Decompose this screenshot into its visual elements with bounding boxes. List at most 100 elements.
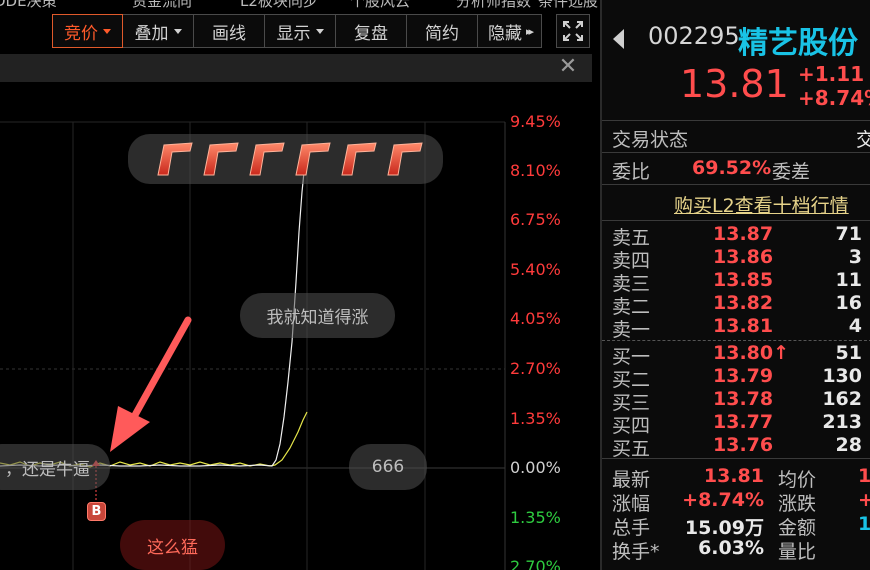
- stat-value: 1.: [858, 513, 870, 535]
- weibi-value: 69.52%: [692, 157, 772, 179]
- price-scale-label: 0.00%: [510, 458, 561, 477]
- order-volume: 162: [822, 388, 862, 410]
- top-menu: DDE决策资金流向L2板块同步个股风云分析师指数条件选股高级选股选股器: [0, 0, 600, 8]
- toolbar-button-label: 简约: [425, 23, 459, 44]
- order-volume: 130: [822, 365, 862, 387]
- status-label: 交易状态: [612, 129, 689, 151]
- danmaku-comment[interactable]: 我就知道得涨: [240, 293, 395, 338]
- order-volume: 71: [835, 223, 862, 245]
- weicha-label: 委差: [772, 161, 811, 183]
- chevron-down-icon: [103, 28, 111, 34]
- toolbar-button-7[interactable]: 隐藏 ▸▸: [478, 14, 542, 48]
- stat-label: 涨跌: [778, 493, 817, 515]
- toolbar-button-1[interactable]: 竞价: [52, 14, 123, 48]
- limit-up-icon: [340, 142, 377, 176]
- order-volume: 28: [835, 434, 862, 456]
- ask-row[interactable]: 卖五 13.87 71: [612, 223, 870, 249]
- price-change-pct: +8.74%: [798, 86, 870, 110]
- toolbar-button-label: 竞价: [64, 23, 98, 44]
- fullscreen-button[interactable]: [556, 14, 590, 48]
- top-menu-item[interactable]: 资金流向: [132, 0, 192, 8]
- top-menu-item[interactable]: DDE决策: [0, 0, 57, 8]
- bid-row[interactable]: 买五 13.76 28: [612, 434, 870, 460]
- bid-row[interactable]: 买一 13.80↑ 51: [612, 342, 870, 368]
- ask-row[interactable]: 卖四 13.86 3: [612, 246, 870, 272]
- top-menu-item[interactable]: L2板块同步: [240, 0, 318, 8]
- price-scale-label: 9.45%: [510, 112, 561, 131]
- order-price: 13.86: [713, 246, 774, 268]
- close-icon[interactable]: ✕: [558, 56, 578, 78]
- order-price: 13.77: [713, 411, 774, 433]
- price-scale-label: 8.10%: [510, 161, 561, 180]
- stat-label: 金额: [778, 517, 817, 539]
- order-volume: 4: [848, 315, 862, 337]
- order-volume: 51: [835, 342, 862, 364]
- toolbar-button-label: 画线: [212, 23, 246, 44]
- price-change: +1.11: [798, 62, 865, 86]
- danmaku-comment[interactable]: 666: [349, 444, 427, 490]
- order-price: 13.82: [713, 292, 774, 314]
- limit-up-icon: [294, 142, 331, 176]
- quote-panel: 002295 精艺股份 13.81 +1.11 +8.74% 交易状态 交 委比…: [600, 0, 870, 570]
- annotation-arrow-icon: [110, 316, 192, 452]
- chart-toolbar: 竞价 叠加 画线 显示 复盘 简约 隐藏 ▸▸: [52, 14, 542, 48]
- toolbar-button-3[interactable]: 画线: [194, 14, 265, 48]
- stat-label: 量比: [778, 541, 817, 563]
- order-price: 13.76: [713, 434, 774, 456]
- stat-value: 13.81: [703, 465, 764, 487]
- order-volume: 3: [848, 246, 862, 268]
- order-price: 13.78: [713, 388, 774, 410]
- price-scale-label: 4.05%: [510, 309, 561, 328]
- danmaku-comment[interactable]: 这么猛: [120, 520, 225, 570]
- toolbar-button-5[interactable]: 复盘: [336, 14, 407, 48]
- bid-row[interactable]: 买四 13.77 213: [612, 411, 870, 437]
- order-level-name: 卖一: [612, 319, 651, 341]
- limit-up-icon: [248, 142, 285, 176]
- limit-up-icon: [156, 142, 423, 176]
- top-menu-item[interactable]: 条件选股: [538, 0, 598, 8]
- expand-icon: [563, 21, 583, 41]
- triangle-left-icon[interactable]: [612, 28, 626, 50]
- ask-row[interactable]: 卖一 13.81 4: [612, 315, 870, 341]
- buy-marker[interactable]: B: [87, 502, 106, 521]
- stat-label: 均价: [778, 469, 817, 491]
- stock-code: 002295: [648, 22, 740, 50]
- toolbar-button-6[interactable]: 简约: [407, 14, 478, 48]
- price-scale-label: 2.70%: [510, 557, 561, 570]
- double-chevron-right-icon: ▸▸: [525, 24, 534, 38]
- l2-purchase-link[interactable]: 购买L2查看十档行情: [674, 191, 849, 218]
- bid-row[interactable]: 买二 13.79 130: [612, 365, 870, 391]
- toolbar-button-4[interactable]: 显示: [265, 14, 336, 48]
- ask-row[interactable]: 卖二 13.82 16: [612, 292, 870, 318]
- ask-row[interactable]: 卖三 13.85 11: [612, 269, 870, 295]
- chevron-down-icon: [173, 28, 182, 34]
- order-volume: 213: [822, 411, 862, 433]
- current-price: 13.81: [680, 62, 789, 106]
- danmaku-comment[interactable]: ，还是牛逼: [0, 444, 110, 490]
- limit-up-icon: [156, 142, 193, 176]
- order-volume: 16: [835, 292, 862, 314]
- toolbar-button-label: 复盘: [354, 23, 388, 44]
- toolbar-button-label: 隐藏: [487, 23, 522, 44]
- limit-up-danmaku[interactable]: [128, 134, 443, 184]
- order-price: 13.80↑: [713, 342, 790, 364]
- stat-value: 1: [858, 465, 870, 487]
- chart-info-bar: ✕: [0, 54, 592, 82]
- order-price: 13.79: [713, 365, 774, 387]
- toolbar-button-2[interactable]: 叠加: [123, 14, 194, 48]
- stat-value: +8.74%: [682, 489, 764, 511]
- price-scale-label: 1.35%: [510, 508, 561, 527]
- price-scale-label: 6.75%: [510, 210, 561, 229]
- top-menu-item[interactable]: 分析师指数: [456, 0, 531, 8]
- order-price: 13.87: [713, 223, 774, 245]
- price-scale-label: 2.70%: [510, 359, 561, 378]
- top-menu-item[interactable]: 个股风云: [350, 0, 410, 8]
- limit-up-icon: [386, 142, 423, 176]
- weibi-label: 委比: [612, 161, 651, 183]
- order-price: 13.85: [713, 269, 774, 291]
- stock-name: 精艺股份: [738, 26, 858, 61]
- order-level-name: 买五: [612, 438, 651, 460]
- bid-row[interactable]: 买三 13.78 162: [612, 388, 870, 414]
- price-scale-label: 1.35%: [510, 409, 561, 428]
- order-volume: 11: [835, 269, 862, 291]
